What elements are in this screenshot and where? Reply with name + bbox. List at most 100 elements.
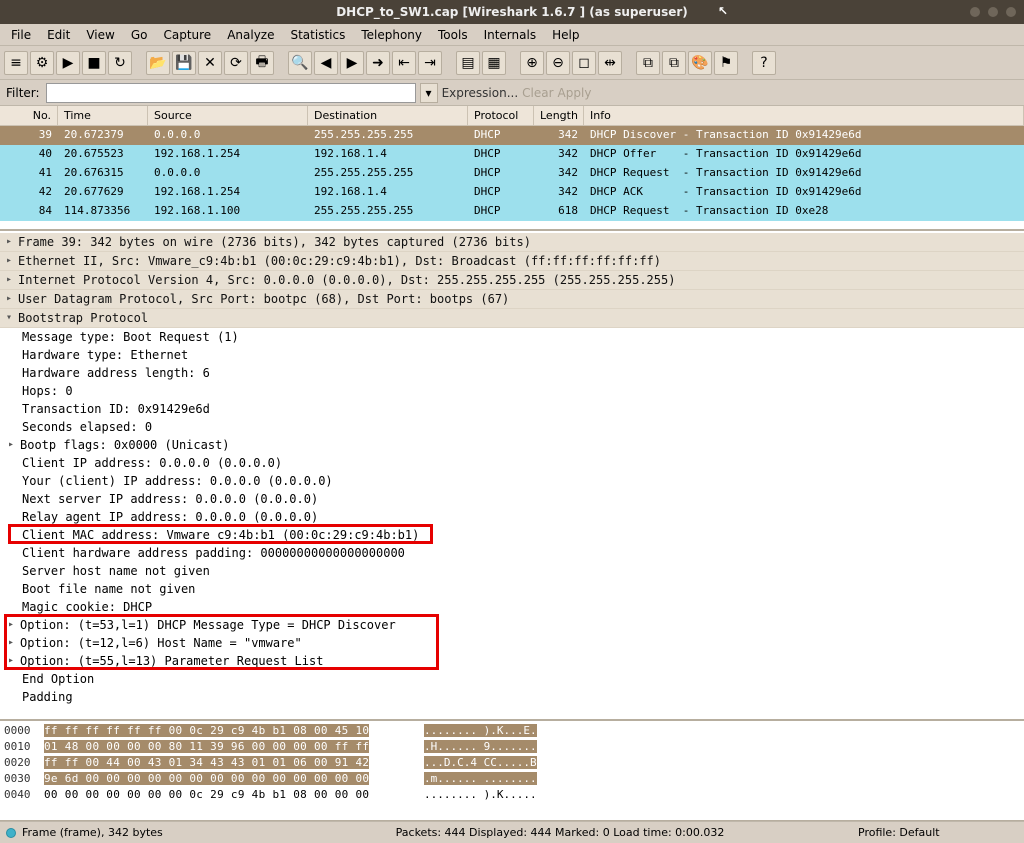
tree-hwlen[interactable]: Hardware address length: 6 xyxy=(0,364,1024,382)
tree-shn[interactable]: Server host name not given xyxy=(0,562,1024,580)
prefs-icon[interactable]: ⚑ xyxy=(714,51,738,75)
status-left: Frame (frame), 342 bytes xyxy=(22,826,262,839)
menu-tools[interactable]: Tools xyxy=(431,26,475,44)
hex-pane[interactable]: 0000ff ff ff ff ff ff 00 0c 29 c9 4b b1 … xyxy=(0,721,1024,821)
close-icon[interactable] xyxy=(1006,7,1016,17)
menu-analyze[interactable]: Analyze xyxy=(220,26,281,44)
tree-udp[interactable]: ▸User Datagram Protocol, Src Port: bootp… xyxy=(0,290,1024,309)
menu-file[interactable]: File xyxy=(4,26,38,44)
back-icon[interactable]: ◀ xyxy=(314,51,338,75)
packet-row[interactable]: 4120.6763150.0.0.0255.255.255.255DHCP342… xyxy=(0,164,1024,183)
find-icon[interactable]: 🔍 xyxy=(288,51,312,75)
packet-row[interactable]: 4020.675523192.168.1.254192.168.1.4DHCP3… xyxy=(0,145,1024,164)
packet-row[interactable]: 84114.873356192.168.1.100255.255.255.255… xyxy=(0,202,1024,221)
hex-row[interactable]: 00309e 6d 00 00 00 00 00 00 00 00 00 00 … xyxy=(4,771,1020,787)
menu-capture[interactable]: Capture xyxy=(156,26,218,44)
status-center: Packets: 444 Displayed: 444 Marked: 0 Lo… xyxy=(262,826,858,839)
tree-ip[interactable]: ▸Internet Protocol Version 4, Src: 0.0.0… xyxy=(0,271,1024,290)
resize-cols-icon[interactable]: ⇹ xyxy=(598,51,622,75)
menu-view[interactable]: View xyxy=(79,26,121,44)
filter-input[interactable] xyxy=(46,83,416,103)
col-no[interactable]: No. xyxy=(0,106,58,125)
interfaces-icon[interactable]: ≡ xyxy=(4,51,28,75)
packet-list-pane: No. Time Source Destination Protocol Len… xyxy=(0,106,1024,231)
packet-row[interactable]: 4220.677629192.168.1.254192.168.1.4DHCP3… xyxy=(0,183,1024,202)
tree-nip[interactable]: Next server IP address: 0.0.0.0 (0.0.0.0… xyxy=(0,490,1024,508)
hex-row[interactable]: 001001 48 00 00 00 00 80 11 39 96 00 00 … xyxy=(4,739,1020,755)
tree-yip[interactable]: Your (client) IP address: 0.0.0.0 (0.0.0… xyxy=(0,472,1024,490)
tree-bootp[interactable]: ▾Bootstrap Protocol xyxy=(0,309,1024,328)
tree-eth[interactable]: ▸Ethernet II, Src: Vmware_c9:4b:b1 (00:0… xyxy=(0,252,1024,271)
zoomin-icon[interactable]: ⊕ xyxy=(520,51,544,75)
apply-button[interactable]: Apply xyxy=(558,86,592,100)
clear-button[interactable]: Clear xyxy=(522,86,553,100)
tree-cip[interactable]: Client IP address: 0.0.0.0 (0.0.0.0) xyxy=(0,454,1024,472)
packet-list-header: No. Time Source Destination Protocol Len… xyxy=(0,106,1024,126)
status-bar: Frame (frame), 342 bytes Packets: 444 Di… xyxy=(0,821,1024,843)
reload-icon[interactable]: ⟳ xyxy=(224,51,248,75)
tree-msgtype[interactable]: Message type: Boot Request (1) xyxy=(0,328,1024,346)
stop-icon[interactable]: ■ xyxy=(82,51,106,75)
close-file-icon[interactable]: ✕ xyxy=(198,51,222,75)
window-titlebar: DHCP_to_SW1.cap [Wireshark 1.6.7 ] (as s… xyxy=(0,0,1024,24)
tree-hops[interactable]: Hops: 0 xyxy=(0,382,1024,400)
maximize-icon[interactable] xyxy=(988,7,998,17)
expert-info-icon[interactable] xyxy=(6,828,16,838)
tree-endopt[interactable]: End Option xyxy=(0,670,1024,688)
hex-row[interactable]: 0000ff ff ff ff ff ff 00 0c 29 c9 4b b1 … xyxy=(4,723,1020,739)
last-icon[interactable]: ⇥ xyxy=(418,51,442,75)
menu-telephony[interactable]: Telephony xyxy=(354,26,429,44)
tree-opt-55[interactable]: ▸Option: (t=55,l=13) Parameter Request L… xyxy=(0,652,1024,670)
filter-dropdown-icon[interactable]: ▾ xyxy=(420,83,438,103)
tree-secs[interactable]: Seconds elapsed: 0 xyxy=(0,418,1024,436)
tree-magic[interactable]: Magic cookie: DHCP xyxy=(0,598,1024,616)
expression-button[interactable]: Expression... xyxy=(442,86,519,100)
dispfilter-icon[interactable]: ⧉ xyxy=(662,51,686,75)
zoomout-icon[interactable]: ⊖ xyxy=(546,51,570,75)
open-icon[interactable]: 📂 xyxy=(146,51,170,75)
col-dst[interactable]: Destination xyxy=(308,106,468,125)
minimize-icon[interactable] xyxy=(970,7,980,17)
tree-opt-53[interactable]: ▸Option: (t=53,l=1) DHCP Message Type = … xyxy=(0,616,1024,634)
capfilter-icon[interactable]: ⧉ xyxy=(636,51,660,75)
tree-rip[interactable]: Relay agent IP address: 0.0.0.0 (0.0.0.0… xyxy=(0,508,1024,526)
toolbar: ≡ ⚙ ▶ ■ ↻ 📂 💾 ✕ ⟳ 🖶 🔍 ◀ ▶ ➜ ⇤ ⇥ ▤ ▦ ⊕ ⊖ … xyxy=(0,46,1024,80)
save-icon[interactable]: 💾 xyxy=(172,51,196,75)
tree-opt-12[interactable]: ▸Option: (t=12,l=6) Host Name = "vmware" xyxy=(0,634,1024,652)
goto-icon[interactable]: ➜ xyxy=(366,51,390,75)
restart-icon[interactable]: ↻ xyxy=(108,51,132,75)
col-info[interactable]: Info xyxy=(584,106,1024,125)
col-len[interactable]: Length xyxy=(534,106,584,125)
actualsize-icon[interactable]: ◻ xyxy=(572,51,596,75)
start-icon[interactable]: ▶ xyxy=(56,51,80,75)
fwd-icon[interactable]: ▶ xyxy=(340,51,364,75)
tree-client-mac[interactable]: Client MAC address: Vmware_c9:4b:b1 (00:… xyxy=(0,526,1024,544)
tree-chwpad[interactable]: Client hardware address padding: 0000000… xyxy=(0,544,1024,562)
hex-row[interactable]: 0020ff ff 00 44 00 43 01 34 43 43 01 01 … xyxy=(4,755,1020,771)
menu-edit[interactable]: Edit xyxy=(40,26,77,44)
window-title: DHCP_to_SW1.cap [Wireshark 1.6.7 ] (as s… xyxy=(336,5,688,19)
col-time[interactable]: Time xyxy=(58,106,148,125)
hex-row[interactable]: 004000 00 00 00 00 00 00 0c 29 c9 4b b1 … xyxy=(4,787,1020,803)
tree-bfn[interactable]: Boot file name not given xyxy=(0,580,1024,598)
print-icon[interactable]: 🖶 xyxy=(250,51,274,75)
tree-flags[interactable]: ▸Bootp flags: 0x0000 (Unicast) xyxy=(0,436,1024,454)
col-proto[interactable]: Protocol xyxy=(468,106,534,125)
menu-internals[interactable]: Internals xyxy=(477,26,544,44)
tree-frame[interactable]: ▸Frame 39: 342 bytes on wire (2736 bits)… xyxy=(0,233,1024,252)
col-src[interactable]: Source xyxy=(148,106,308,125)
tree-hwtype[interactable]: Hardware type: Ethernet xyxy=(0,346,1024,364)
packet-details-pane[interactable]: ▸Frame 39: 342 bytes on wire (2736 bits)… xyxy=(0,231,1024,721)
tree-padding[interactable]: Padding xyxy=(0,688,1024,706)
packet-row[interactable]: 3920.6723790.0.0.0255.255.255.255DHCP342… xyxy=(0,126,1024,145)
first-icon[interactable]: ⇤ xyxy=(392,51,416,75)
tree-txid[interactable]: Transaction ID: 0x91429e6d xyxy=(0,400,1024,418)
help-icon[interactable]: ? xyxy=(752,51,776,75)
options-icon[interactable]: ⚙ xyxy=(30,51,54,75)
coloring-icon[interactable]: 🎨 xyxy=(688,51,712,75)
menu-help[interactable]: Help xyxy=(545,26,586,44)
autoscroll-icon[interactable]: ▦ xyxy=(482,51,506,75)
menu-go[interactable]: Go xyxy=(124,26,155,44)
colorize-icon[interactable]: ▤ xyxy=(456,51,480,75)
menu-statistics[interactable]: Statistics xyxy=(283,26,352,44)
